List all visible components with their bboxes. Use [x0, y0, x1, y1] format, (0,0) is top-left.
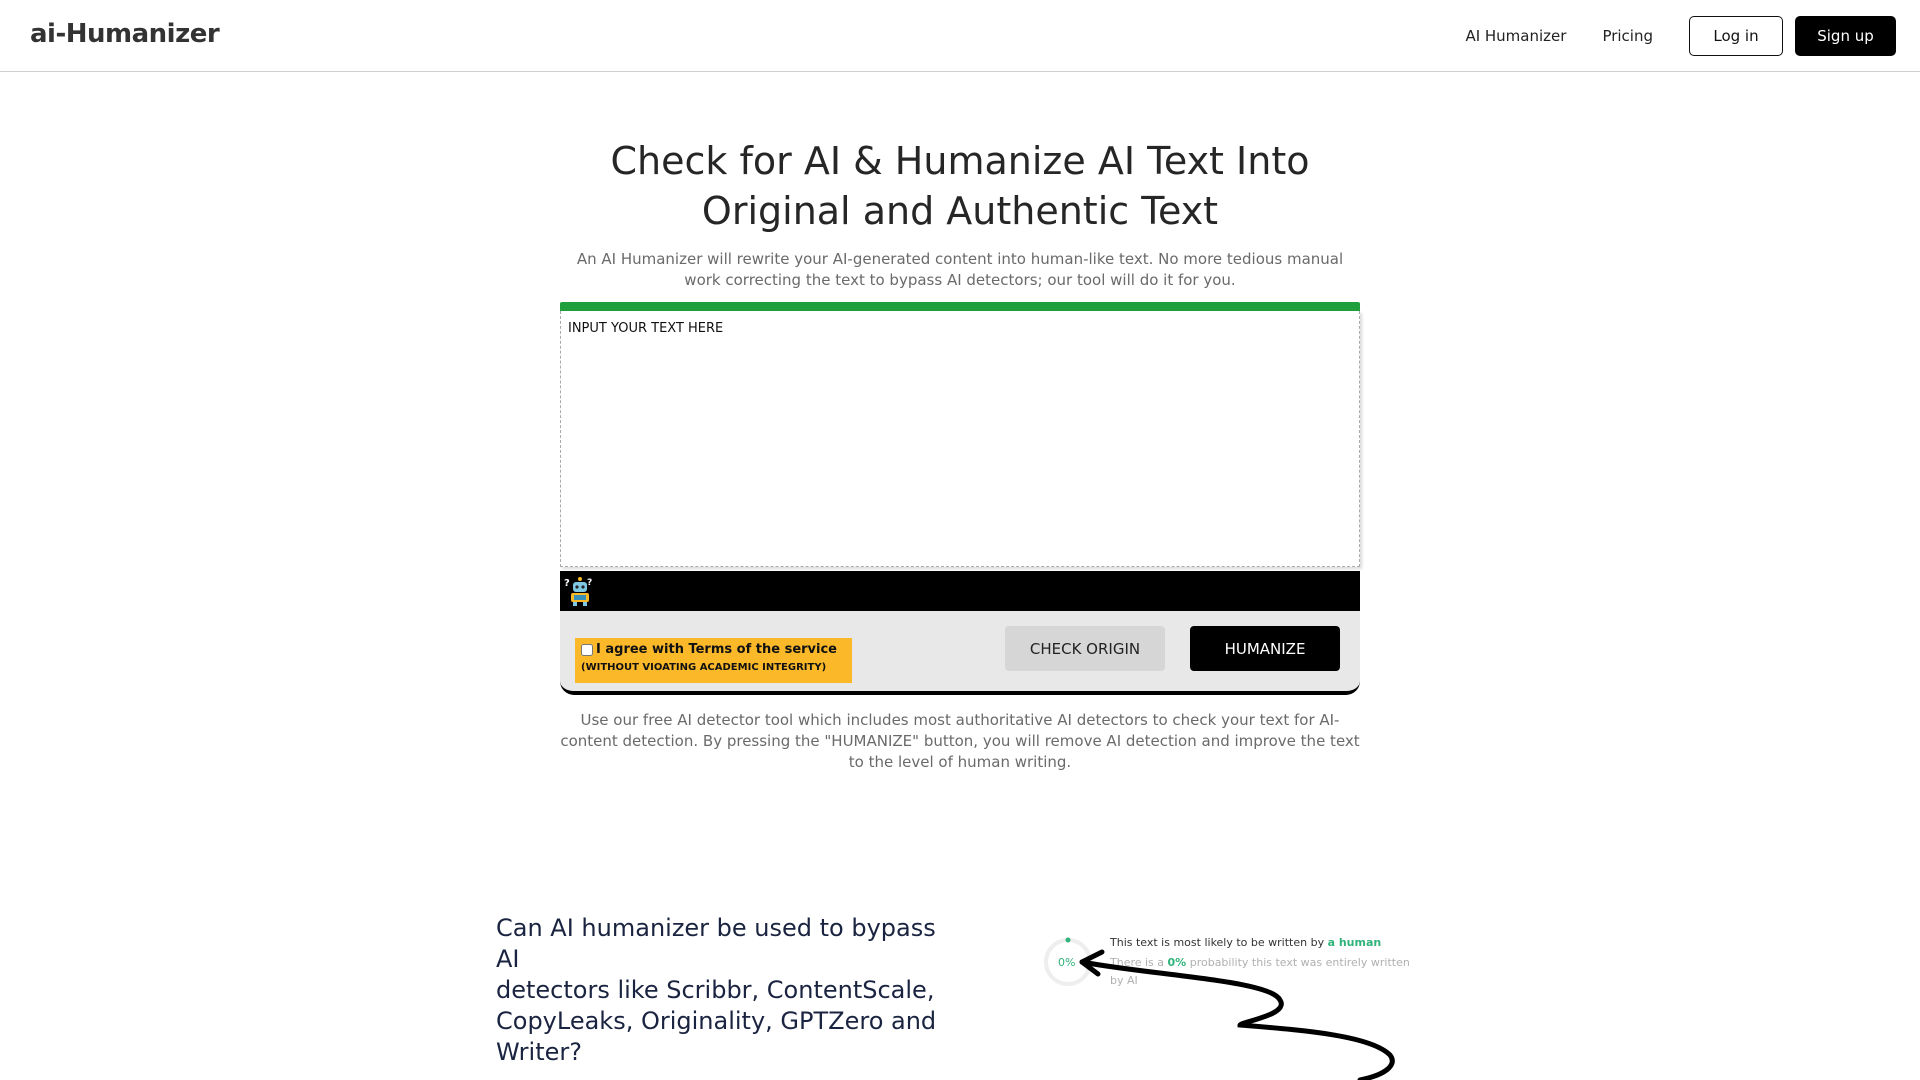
tool-description-line-3: to the level of human writing. — [848, 753, 1072, 771]
robot-icon: ? ? — [564, 577, 592, 606]
page-title: Check for AI & Humanize AI Text Into Ori… — [520, 136, 1400, 236]
text-input-container — [560, 311, 1360, 567]
faq-heading-line-2: detectors like Scribbr, ContentScale, — [496, 976, 935, 1004]
faq-heading: Can AI humanizer be used to bypass AI de… — [496, 913, 966, 1068]
tool-description-line-1: Use our free AI detector tool which incl… — [580, 711, 1340, 729]
tool-description-line-2: content detection. By pressing the "HUMA… — [560, 732, 1360, 750]
tool-description: Use our free AI detector tool which incl… — [560, 710, 1360, 773]
page-subtitle-line-1: An AI Humanizer will rewrite your AI-gen… — [576, 250, 1344, 268]
faq-heading-line-3: CopyLeaks, Originality, GPTZero and — [496, 1007, 937, 1035]
faq-heading-line-4: Writer? — [496, 1038, 582, 1066]
page-subtitle-line-2: work correcting the text to bypass AI de… — [684, 271, 1236, 289]
progress-bar — [560, 302, 1360, 311]
navbar: ai-Humanizer AI Humanizer Pricing Log in… — [0, 0, 1920, 72]
nav-link-ai-humanizer[interactable]: AI Humanizer — [1465, 27, 1566, 45]
faq-heading-line-1: Can AI humanizer be used to bypass AI — [496, 914, 936, 973]
tool-status-bar: ? ? — [560, 571, 1360, 611]
humanizer-tool: ? ? I agree with Terms of the service (W… — [560, 302, 1360, 695]
svg-text:?: ? — [587, 578, 592, 588]
detection-result-illustration: 0% This text is most likely to be writte… — [1040, 930, 1410, 1080]
page-subtitle: An AI Humanizer will rewrite your AI-gen… — [560, 249, 1360, 291]
humanize-button[interactable]: HUMANIZE — [1190, 626, 1340, 671]
page-title-line-1: Check for AI & Humanize AI Text Into — [610, 139, 1310, 183]
nav-links: AI Humanizer Pricing Log in Sign up — [1465, 16, 1896, 56]
terms-agreement: I agree with Terms of the service (WITHO… — [575, 638, 852, 683]
action-area: I agree with Terms of the service (WITHO… — [560, 611, 1360, 695]
check-origin-button[interactable]: CHECK ORIGIN — [1005, 626, 1165, 671]
terms-label[interactable]: I agree with Terms of the service — [596, 642, 837, 657]
page-title-line-2: Original and Authentic Text — [701, 189, 1219, 233]
svg-text:?: ? — [564, 578, 570, 589]
nav-link-pricing[interactable]: Pricing — [1602, 27, 1653, 45]
terms-sublabel: (WITHOUT VIOATING ACADEMIC INTEGRITY) — [581, 662, 827, 673]
signup-button[interactable]: Sign up — [1795, 16, 1896, 56]
terms-checkbox[interactable] — [581, 643, 593, 656]
logo[interactable]: ai-Humanizer — [30, 19, 220, 49]
login-button[interactable]: Log in — [1689, 16, 1783, 56]
text-input[interactable] — [561, 311, 1359, 566]
curved-arrow-icon — [1079, 949, 1395, 1080]
